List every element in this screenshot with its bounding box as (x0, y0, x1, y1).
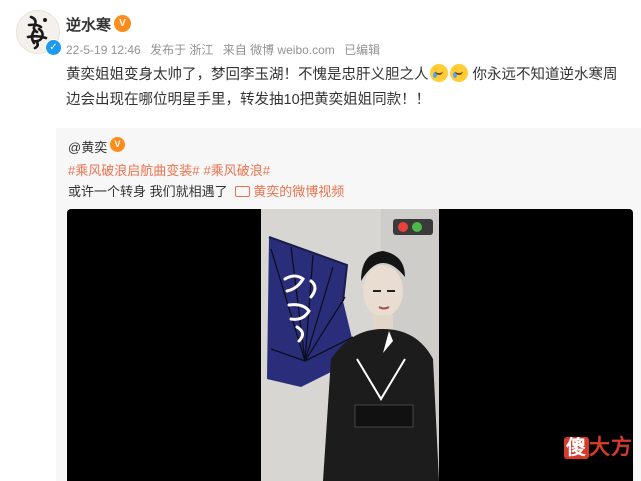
crying-laughing-emoji-icon (429, 64, 448, 82)
original-text: 或许一个转身 我们就相遇了 黄奕的微博视频 (68, 181, 344, 200)
post-text-part2: 你永远不知道逆水寒周 (472, 67, 618, 83)
post-date[interactable]: 22-5-19 12:46 (66, 43, 141, 57)
post-text: 黄奕姐姐变身太帅了，梦回李玉湖！不愧是忠肝义胆之人 你永远不知道逆水寒周 边会出… (66, 63, 626, 113)
post-text-line2: 边会出现在哪位明星手里，转发抽10把黄奕姐姐同款！！ (66, 92, 431, 108)
post-location: 发布于 浙江 (150, 43, 214, 57)
hashtag-link[interactable]: #乘风破浪# (203, 163, 269, 178)
repost-card[interactable]: @黄奕 V #乘风破浪启航曲变装# #乘风破浪# 或许一个转身 我们就相遇了 黄奕… (56, 128, 641, 481)
weibo-post: ✓ 逆水寒 V 22-5-19 12:46 发布于 浙江 来自 微博 weibo… (0, 0, 641, 481)
video-link[interactable]: 黄奕的微博视频 (235, 184, 344, 199)
site-watermark: 傻大方 (564, 431, 633, 461)
post-source[interactable]: 来自 微博 weibo.com (223, 43, 335, 57)
hashtag-link[interactable]: #乘风破浪启航曲变装# (68, 163, 199, 178)
original-text-content: 或许一个转身 我们就相遇了 (68, 184, 228, 199)
post-meta: 22-5-19 12:46 发布于 浙江 来自 微博 weibo.com 已编辑 (66, 41, 386, 58)
vip-badge-icon: V (110, 137, 125, 152)
video-frame (261, 209, 439, 481)
vip-badge-icon[interactable]: V (114, 15, 131, 32)
video-thumbnail-image (261, 209, 439, 481)
original-author[interactable]: @黄奕 (68, 137, 107, 156)
edited-label[interactable]: 已编辑 (344, 43, 380, 57)
crying-laughing-emoji-icon (449, 64, 468, 82)
hashtag-list: #乘风破浪启航曲变装# #乘风破浪# (68, 160, 274, 179)
username[interactable]: 逆水寒 (66, 14, 111, 35)
video-icon (235, 186, 251, 197)
post-text-part1: 黄奕姐姐变身太帅了，梦回李玉湖！不愧是忠肝义胆之人 (66, 67, 429, 83)
watermark-rest: 大方 (589, 436, 633, 459)
video-link-label: 黄奕的微博视频 (253, 184, 345, 199)
verified-check-icon: ✓ (45, 39, 62, 56)
video-player[interactable] (67, 209, 633, 481)
watermark-first-char: 傻 (564, 437, 589, 459)
